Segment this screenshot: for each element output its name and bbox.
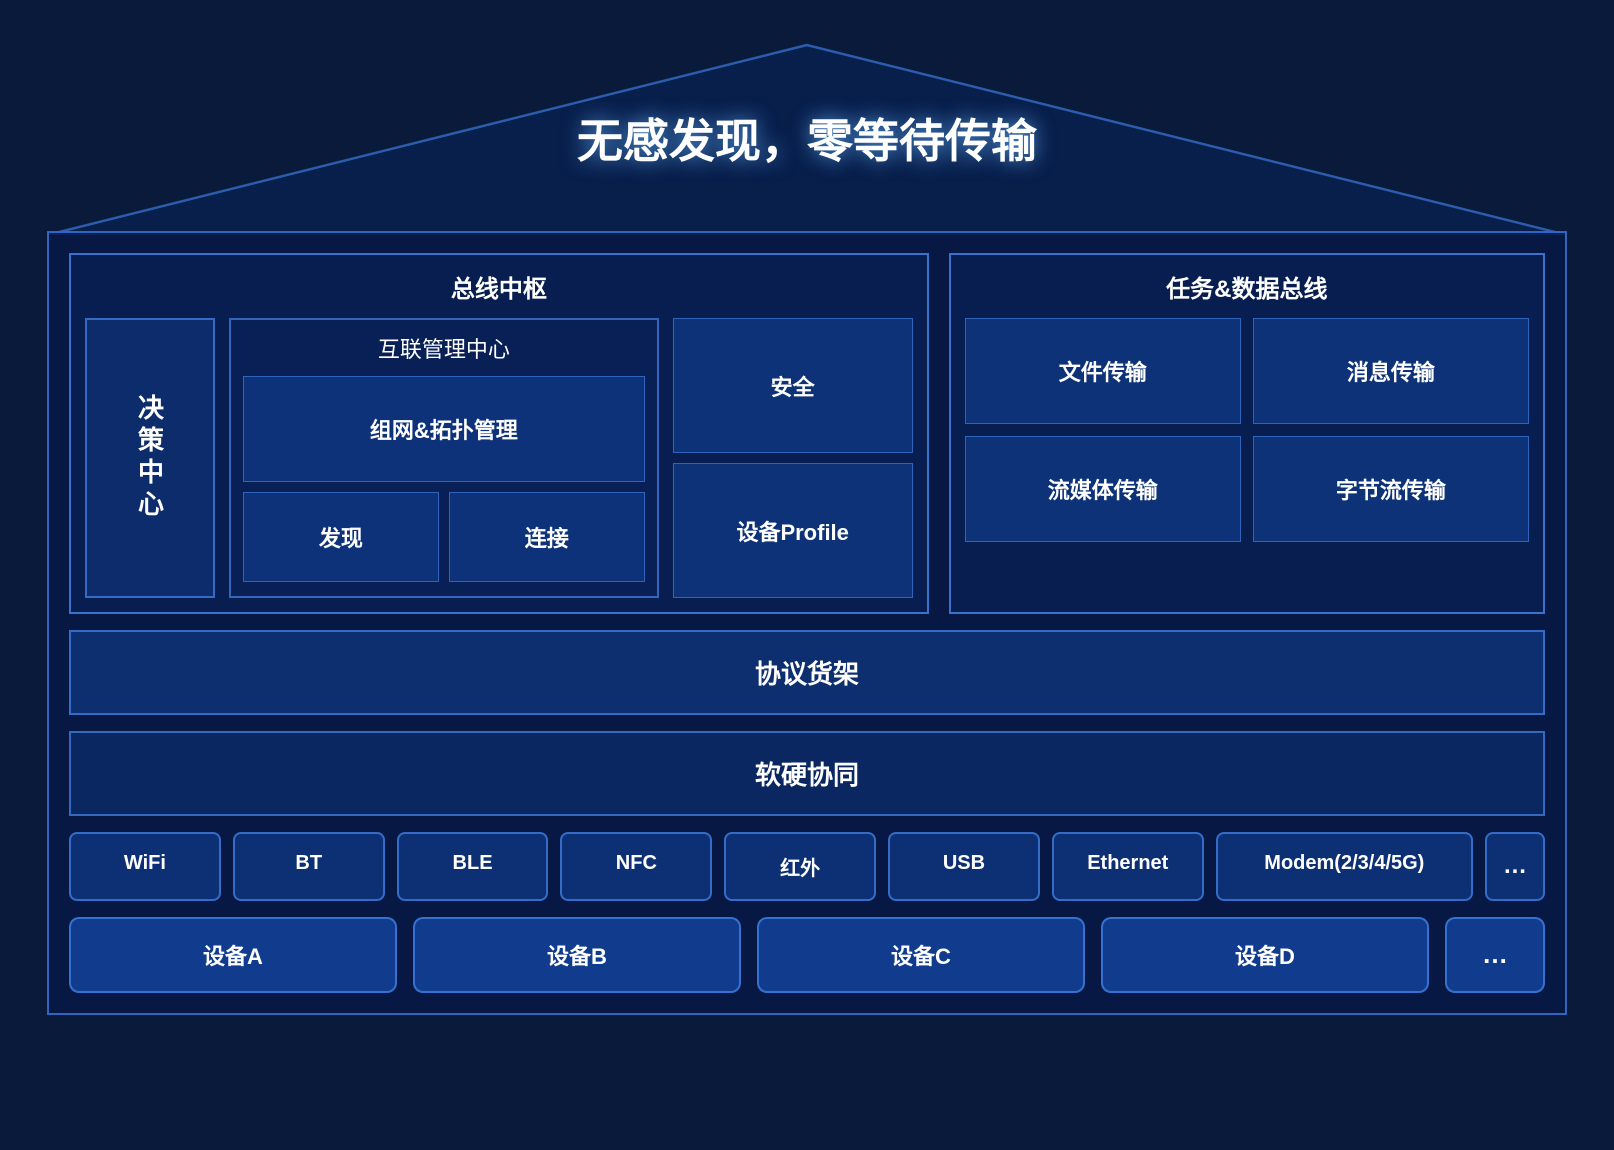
device-b[interactable]: 设备B: [413, 917, 741, 993]
hw-ble[interactable]: BLE: [397, 832, 549, 901]
hardware-row: WiFi BT BLE NFC 红外 USB Ethernet Modem(2/…: [69, 832, 1545, 901]
device-profile-box: 设备Profile: [673, 463, 913, 598]
page-title: 无感发现，零等待传输: [577, 115, 1037, 167]
bus-hub-title: 总线中枢: [85, 269, 913, 304]
connection-box: 连接: [449, 492, 645, 582]
device-c[interactable]: 设备C: [757, 917, 1085, 993]
hw-nfc[interactable]: NFC: [560, 832, 712, 901]
ic-row-bottom: 发现 连接: [243, 492, 645, 582]
hw-bt[interactable]: BT: [233, 832, 385, 901]
bus-hub-inner: 决策中心 互联管理中心 组网&拓扑管理 发现 连接: [85, 318, 913, 598]
device-row: 设备A 设备B 设备C 设备D …: [69, 917, 1545, 993]
security-box: 安全: [673, 318, 913, 453]
house-body: 总线中枢 决策中心 互联管理中心 组网&拓扑管理: [47, 231, 1567, 1015]
main-container: 无感发现，零等待传输 总线中枢 决策中心 互联管理中心: [47, 35, 1567, 1115]
hw-modem[interactable]: Modem(2/3/4/5G): [1216, 832, 1473, 901]
top-row: 总线中枢 决策中心 互联管理中心 组网&拓扑管理: [69, 253, 1545, 614]
task-data-inner: 文件传输 消息传输 流媒体传输 字节流传输: [965, 318, 1529, 542]
interconnect-center: 互联管理中心 组网&拓扑管理 发现 连接: [229, 318, 659, 598]
right-panel: 安全 设备Profile: [673, 318, 913, 598]
device-more[interactable]: …: [1445, 917, 1545, 993]
hw-more[interactable]: …: [1485, 832, 1545, 901]
network-topo-box: 组网&拓扑管理: [243, 376, 645, 482]
ic-row-top: 组网&拓扑管理: [243, 376, 645, 482]
hw-infrared[interactable]: 红外: [724, 832, 876, 901]
task-data-bus-section: 任务&数据总线 文件传输 消息传输 流媒体传输 字节流传输: [949, 253, 1545, 614]
discovery-box: 发现: [243, 492, 439, 582]
protocol-shelf: 协议货架: [69, 630, 1545, 715]
interconnect-title: 互联管理中心: [243, 332, 645, 364]
device-a[interactable]: 设备A: [69, 917, 397, 993]
sw-hw-collab: 软硬协同: [69, 731, 1545, 816]
interconnect-inner: 组网&拓扑管理 发现 连接: [243, 376, 645, 582]
hw-wifi[interactable]: WiFi: [69, 832, 221, 901]
stream-transfer-box: 流媒体传输: [965, 436, 1241, 542]
decision-center: 决策中心: [85, 318, 215, 598]
hw-usb[interactable]: USB: [888, 832, 1040, 901]
hw-ethernet[interactable]: Ethernet: [1052, 832, 1204, 901]
byte-transfer-box: 字节流传输: [1253, 436, 1529, 542]
task-data-bus-title: 任务&数据总线: [965, 269, 1529, 304]
device-d[interactable]: 设备D: [1101, 917, 1429, 993]
message-transfer-box: 消息传输: [1253, 318, 1529, 424]
bus-hub-section: 总线中枢 决策中心 互联管理中心 组网&拓扑管理: [69, 253, 929, 614]
file-transfer-box: 文件传输: [965, 318, 1241, 424]
